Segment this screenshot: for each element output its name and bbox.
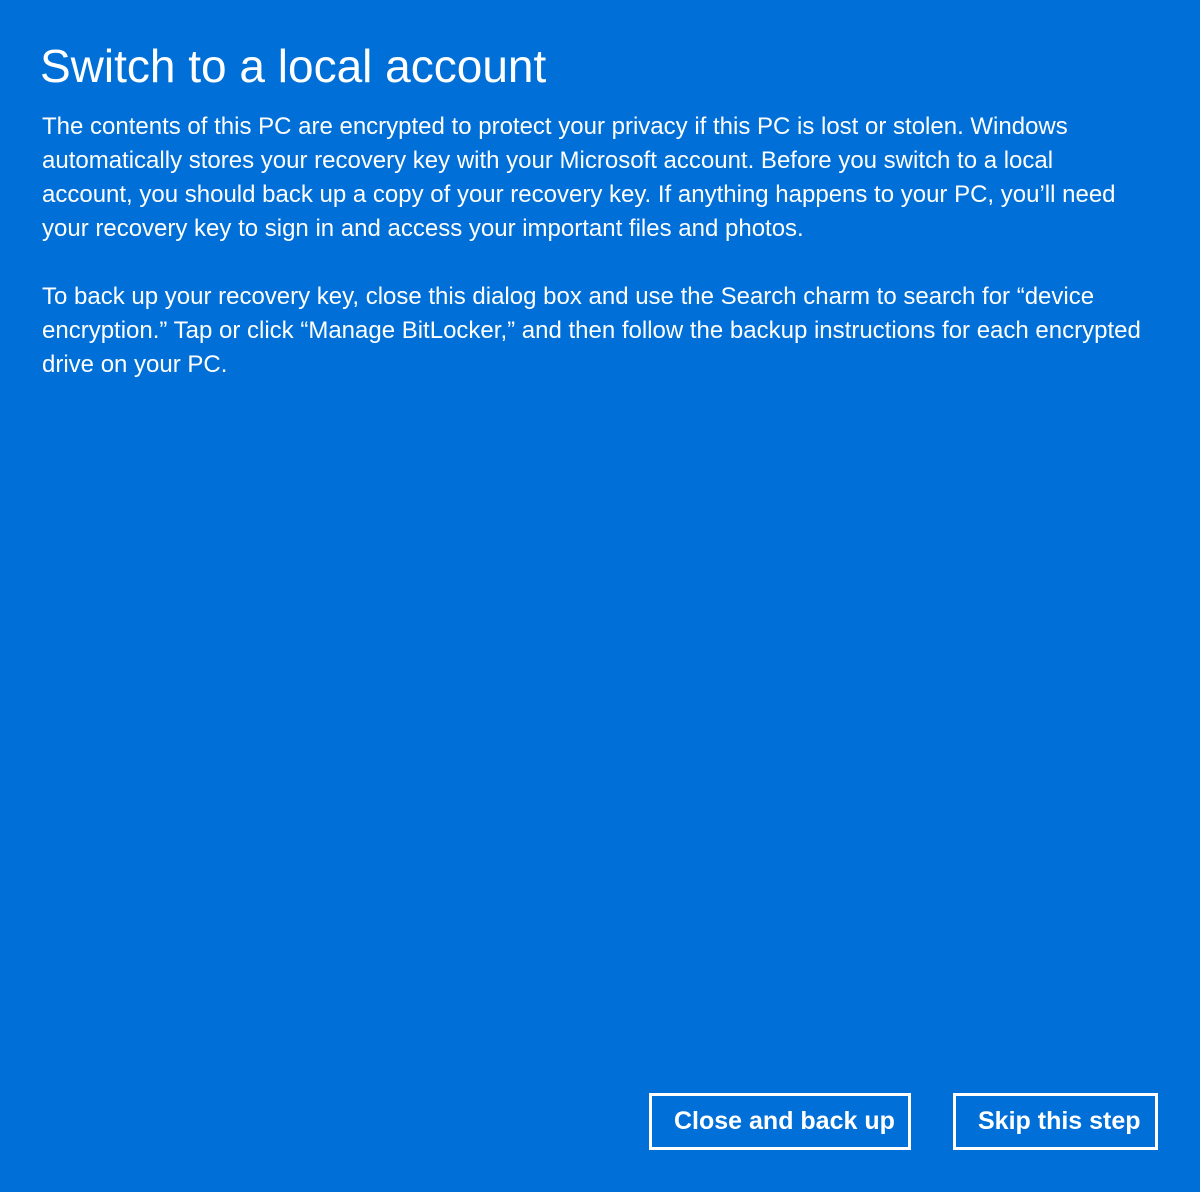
dialog-title: Switch to a local account xyxy=(40,40,547,92)
switch-to-local-account-dialog: Switch to a local account The contents o… xyxy=(0,0,1200,1192)
skip-this-step-button[interactable]: Skip this step xyxy=(953,1093,1158,1150)
encryption-info-text: The contents of this PC are encrypted to… xyxy=(42,113,1116,242)
backup-instructions-text: To back up your recovery key, close this… xyxy=(42,283,1141,378)
close-and-back-up-button[interactable]: Close and back up xyxy=(649,1093,911,1150)
dialog-button-bar: Close and back up Skip this step xyxy=(649,1093,1158,1150)
